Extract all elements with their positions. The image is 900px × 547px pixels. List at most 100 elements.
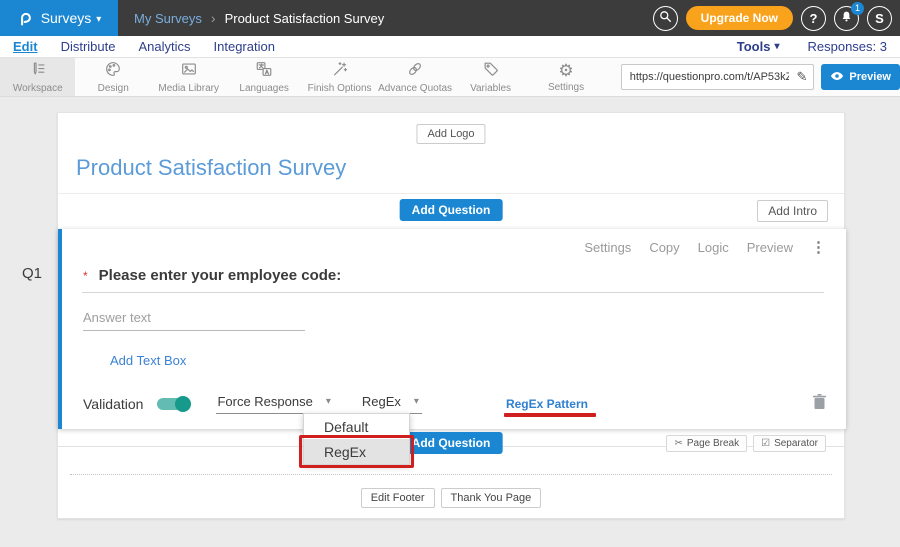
toolbar-item-label: Advance Quotas — [378, 83, 452, 94]
survey-card: Add Logo Product Satisfaction Survey Add… — [57, 112, 845, 519]
add-intro-button[interactable]: Add Intro — [757, 200, 828, 222]
thank-you-page-button[interactable]: Thank You Page — [441, 488, 542, 508]
required-asterisk: * — [83, 269, 88, 283]
toggle-knob — [175, 396, 191, 412]
tab-integration[interactable]: Integration — [214, 39, 275, 54]
toolbar-design[interactable]: Design — [75, 58, 150, 96]
toolbar-item-label: Variables — [470, 83, 511, 94]
survey-footer-buttons: Edit Footer Thank You Page — [58, 488, 844, 508]
delete-question-button[interactable] — [813, 394, 826, 415]
question-text-underline — [82, 292, 824, 293]
palette-icon — [104, 60, 122, 81]
toolbar-settings[interactable]: Settings — [528, 58, 603, 96]
product-switcher[interactable]: Surveys — [0, 0, 118, 36]
nav-tabs: Edit Distribute Analytics Integration — [13, 39, 275, 54]
validation-row: Validation Force Response RegEx RegEx Pa… — [83, 392, 826, 416]
breadcrumb-my-surveys[interactable]: My Surveys — [134, 11, 202, 26]
toolbar-finish-options[interactable]: Finish Options — [302, 58, 377, 96]
toolbar-languages[interactable]: Languages — [226, 58, 301, 96]
question-settings-link[interactable]: Settings — [584, 240, 631, 255]
menu-option-regex[interactable]: RegEx — [304, 439, 409, 464]
separator-icon — [761, 438, 770, 449]
workspace-icon — [29, 60, 47, 81]
breadcrumb-separator: › — [211, 10, 216, 26]
kebab-menu-icon[interactable] — [811, 238, 826, 256]
responses-count[interactable]: Responses: 3 — [808, 39, 888, 54]
question-logic-link[interactable]: Logic — [698, 240, 729, 255]
validation-toggle[interactable] — [157, 398, 190, 410]
toolbar-advance-quotas[interactable]: Advance Quotas — [377, 58, 452, 96]
chevron-down-icon — [774, 41, 779, 52]
title-divider — [58, 193, 844, 194]
bell-icon — [840, 10, 853, 26]
chevron-down-icon — [326, 396, 331, 407]
image-icon — [180, 60, 198, 81]
add-logo-button[interactable]: Add Logo — [416, 124, 485, 144]
chevron-down-icon — [96, 9, 101, 27]
chevron-down-icon — [414, 396, 419, 407]
magic-wand-icon — [331, 60, 349, 81]
gear-icon — [558, 62, 573, 80]
search-icon — [659, 10, 672, 26]
question-copy-link[interactable]: Copy — [649, 240, 679, 255]
page-break-button[interactable]: Page Break — [666, 435, 747, 452]
regex-pattern-label: RegEx Pattern — [506, 397, 588, 411]
toolbar-workspace[interactable]: Workspace — [0, 58, 75, 96]
header-actions: Upgrade Now ? 1 S — [653, 6, 900, 31]
notifications[interactable]: 1 — [834, 6, 859, 31]
survey-url-input[interactable] — [622, 71, 791, 83]
add-question-top-button[interactable]: Add Question — [400, 199, 503, 221]
page-controls: Page Break Separator — [666, 435, 826, 452]
add-text-box-link[interactable]: Add Text Box — [110, 353, 186, 368]
toolbar-item-label: Finish Options — [308, 83, 372, 94]
annotation-underline — [504, 413, 596, 417]
between-questions-row: Add Question Page Break Separator — [58, 429, 844, 465]
toolbar-variables[interactable]: Variables — [453, 58, 528, 96]
trash-icon — [813, 394, 826, 415]
avatar[interactable]: S — [867, 6, 892, 31]
tab-distribute[interactable]: Distribute — [61, 39, 116, 54]
preview-button[interactable]: Preview — [821, 64, 900, 90]
editor-toolbar: Workspace Design Media Library Languages… — [0, 58, 900, 97]
questionpro-app: Surveys My Surveys › Product Satisfactio… — [0, 0, 900, 547]
tools-dropdown[interactable]: Tools — [737, 39, 780, 54]
validation-type-menu: Default RegEx — [303, 413, 410, 465]
force-response-label: Force Response — [217, 394, 312, 409]
question-preview-link[interactable]: Preview — [747, 240, 793, 255]
page-break-label: Page Break — [687, 438, 739, 449]
page-break-icon — [674, 438, 682, 449]
add-question-bottom-button[interactable]: Add Question — [400, 432, 503, 454]
validation-label: Validation — [83, 396, 143, 412]
tab-analytics[interactable]: Analytics — [138, 39, 190, 54]
question-block: Settings Copy Logic Preview * Please ent… — [58, 229, 846, 429]
separator-button[interactable]: Separator — [753, 435, 826, 452]
toolbar-media-library[interactable]: Media Library — [151, 58, 226, 96]
upgrade-now-button[interactable]: Upgrade Now — [686, 6, 793, 30]
edit-footer-button[interactable]: Edit Footer — [361, 488, 435, 508]
eye-icon — [830, 71, 844, 84]
breadcrumb-current-survey: Product Satisfaction Survey — [225, 11, 385, 26]
footer-divider — [70, 474, 832, 475]
edit-url-pencil-icon[interactable] — [791, 68, 814, 86]
toolbar-item-label: Workspace — [13, 83, 63, 94]
breadcrumb: My Surveys › Product Satisfaction Survey — [134, 10, 384, 26]
question-text[interactable]: Please enter your employee code: — [99, 267, 342, 284]
search-button[interactable] — [653, 6, 678, 31]
answer-text-input[interactable] — [83, 305, 305, 331]
tab-edit[interactable]: Edit — [13, 39, 38, 54]
product-switcher-label: Surveys — [41, 10, 92, 26]
toolbar-item-label: Languages — [239, 83, 289, 94]
survey-title[interactable]: Product Satisfaction Survey — [76, 155, 346, 181]
force-response-dropdown[interactable]: Force Response — [216, 394, 333, 414]
menu-option-default[interactable]: Default — [304, 414, 409, 439]
validation-type-dropdown[interactable]: RegEx — [361, 394, 422, 414]
survey-nav: Edit Distribute Analytics Integration To… — [0, 36, 900, 58]
question-action-menu: Settings Copy Logic Preview — [584, 238, 826, 256]
top-header: Surveys My Surveys › Product Satisfactio… — [0, 0, 900, 36]
toolbar-item-label: Media Library — [158, 83, 219, 94]
help-button[interactable]: ? — [801, 6, 826, 31]
toolbar-item-label: Settings — [548, 82, 584, 93]
notification-badge: 1 — [851, 2, 864, 15]
toolbar-item-label: Design — [98, 83, 129, 94]
regex-pattern-link[interactable]: RegEx Pattern — [506, 397, 588, 411]
